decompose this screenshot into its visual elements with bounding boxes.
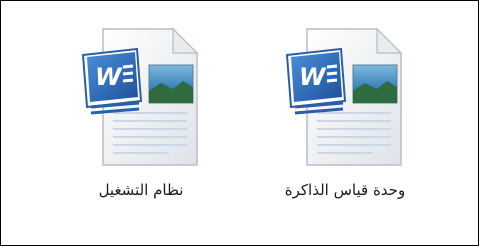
file-browser-pane: W وحدة قياس الذاكرة W نظام التشغيل <box>0 0 479 246</box>
file-item-memory-unit[interactable]: W وحدة قياس الذاكرة <box>255 15 435 205</box>
word-document-icon: W <box>285 27 403 166</box>
file-item-operating-system[interactable]: W نظام التشغيل <box>51 15 231 205</box>
svg-text:W: W <box>95 63 123 91</box>
file-name-label[interactable]: وحدة قياس الذاكرة <box>255 181 435 199</box>
svg-text:W: W <box>299 63 327 91</box>
word-document-icon: W <box>81 27 199 166</box>
file-name-label[interactable]: نظام التشغيل <box>51 181 231 199</box>
